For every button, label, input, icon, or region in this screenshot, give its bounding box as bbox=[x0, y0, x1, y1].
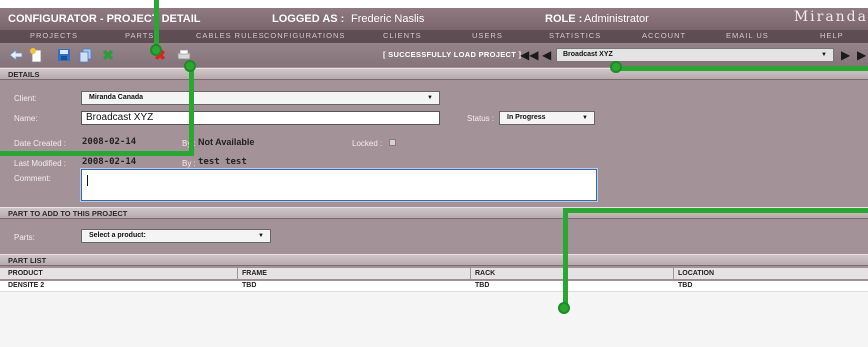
text-caret bbox=[87, 175, 88, 186]
name-input[interactable]: Broadcast XYZ bbox=[81, 111, 440, 125]
status-label: Status : bbox=[467, 114, 495, 123]
part-list-section-header: PART LIST bbox=[0, 254, 868, 266]
parts-select-value: Select a product: bbox=[89, 232, 146, 239]
column-divider bbox=[673, 268, 674, 280]
copy-icon[interactable] bbox=[78, 47, 94, 63]
configurator-app: CONFIGURATOR - PROJECT DETAIL LOGGED AS … bbox=[0, 8, 868, 347]
role-value: Administrator bbox=[584, 13, 649, 25]
menu-item-users[interactable]: USERS bbox=[472, 31, 503, 40]
client-select-value: Miranda Canada bbox=[89, 94, 144, 101]
project-select[interactable]: Broadcast XYZ ▼ bbox=[556, 48, 834, 62]
chevron-down-icon: ▼ bbox=[258, 233, 264, 239]
logged-user: Frederic Naslis bbox=[351, 13, 425, 25]
callout-line bbox=[189, 67, 194, 155]
chevron-down-icon: ▼ bbox=[427, 95, 433, 101]
status-message: [ SUCCESSFULLY LOAD PROJECT ] bbox=[383, 50, 522, 59]
table-row[interactable]: DENSITE 2 TBD TBD TBD bbox=[0, 281, 868, 292]
callout-dot bbox=[558, 302, 570, 314]
title-bar: CONFIGURATOR - PROJECT DETAIL LOGGED AS … bbox=[0, 8, 868, 30]
logged-label: LOGGED AS : bbox=[272, 13, 345, 25]
last-project-icon[interactable]: ▶ bbox=[857, 48, 866, 62]
menu-item-configurations[interactable]: CONFIGURATIONS bbox=[264, 31, 345, 40]
menu-item-help[interactable]: HELP bbox=[820, 31, 844, 40]
callout-line bbox=[618, 66, 868, 71]
main-menu: PROJECTS PARTS CABLES RULES CONFIGURATIO… bbox=[0, 30, 868, 43]
part-list-table-header: PRODUCT FRAME RACK LOCATION bbox=[0, 268, 868, 280]
next-project-icon[interactable]: ▶ bbox=[841, 48, 850, 62]
callout-dot bbox=[150, 44, 162, 56]
menu-item-statistics[interactable]: STATISTICS bbox=[549, 31, 601, 40]
callout-dot bbox=[184, 60, 196, 72]
menu-item-parts[interactable]: PARTS bbox=[125, 31, 154, 40]
cell-frame: TBD bbox=[242, 282, 257, 289]
client-select[interactable]: Miranda Canada ▼ bbox=[81, 91, 440, 105]
column-header-frame[interactable]: FRAME bbox=[242, 270, 267, 277]
cell-product: DENSITE 2 bbox=[8, 282, 45, 289]
date-created-label: Date Created : bbox=[14, 139, 67, 148]
menu-item-clients[interactable]: CLIENTS bbox=[383, 31, 422, 40]
callout-line bbox=[563, 208, 868, 213]
column-header-location[interactable]: LOCATION bbox=[678, 270, 714, 277]
modified-by-label: By : bbox=[182, 159, 196, 168]
callout-line bbox=[563, 208, 568, 310]
parts-select[interactable]: Select a product: ▼ bbox=[81, 229, 271, 243]
last-modified-value: 2008-02-14 bbox=[82, 157, 137, 167]
menu-item-account[interactable]: ACCOUNT bbox=[642, 31, 686, 40]
part-list-empty-area bbox=[0, 292, 868, 347]
status-select[interactable]: In Progress ▼ bbox=[499, 111, 595, 125]
created-by-value: Not Available bbox=[198, 137, 255, 147]
column-divider bbox=[470, 268, 471, 280]
last-modified-label: Last Modified : bbox=[14, 159, 67, 168]
locked-checkbox[interactable] bbox=[389, 139, 396, 146]
comment-label: Comment: bbox=[14, 174, 51, 183]
name-label: Name: bbox=[14, 114, 38, 123]
modified-by-value: test test bbox=[198, 157, 247, 167]
back-arrow-icon[interactable] bbox=[8, 47, 24, 63]
column-header-rack[interactable]: RACK bbox=[475, 270, 495, 277]
column-header-product[interactable]: PRODUCT bbox=[8, 270, 43, 277]
new-document-icon[interactable] bbox=[28, 47, 44, 63]
column-divider bbox=[237, 268, 238, 280]
first-project-icon[interactable]: ◀◀ bbox=[520, 48, 538, 62]
brand-logo: Miranda bbox=[793, 9, 868, 25]
parts-label: Parts: bbox=[14, 233, 35, 242]
menu-item-email-us[interactable]: EMAIL US bbox=[726, 31, 769, 40]
chevron-down-icon: ▼ bbox=[582, 115, 588, 121]
cell-location: TBD bbox=[678, 282, 693, 289]
client-label: Client: bbox=[14, 94, 37, 103]
menu-item-projects[interactable]: PROJECTS bbox=[30, 31, 78, 40]
menu-item-cables-rules[interactable]: CABLES RULES bbox=[196, 31, 265, 40]
callout-dot bbox=[610, 61, 622, 73]
app-title: CONFIGURATOR - PROJECT DETAIL bbox=[8, 13, 201, 25]
locked-label: Locked : bbox=[352, 139, 383, 148]
project-select-value: Broadcast XYZ bbox=[563, 51, 613, 58]
date-created-value: 2008-02-14 bbox=[82, 137, 137, 147]
previous-project-icon[interactable]: ◀ bbox=[542, 48, 551, 62]
toolbar: ✖ ✖ [ SUCCESSFULLY LOAD PROJECT ] ◀◀ ◀ B… bbox=[0, 43, 868, 67]
name-input-value: Broadcast XYZ bbox=[86, 112, 154, 123]
status-select-value: In Progress bbox=[507, 114, 546, 121]
excel-export-icon[interactable]: ✖ bbox=[100, 47, 116, 63]
chevron-down-icon: ▼ bbox=[821, 52, 827, 58]
cell-rack: TBD bbox=[475, 282, 490, 289]
role-label: ROLE : bbox=[545, 13, 583, 25]
save-disk-icon[interactable] bbox=[56, 47, 72, 63]
comment-textarea[interactable] bbox=[81, 169, 597, 201]
callout-line bbox=[0, 151, 194, 156]
